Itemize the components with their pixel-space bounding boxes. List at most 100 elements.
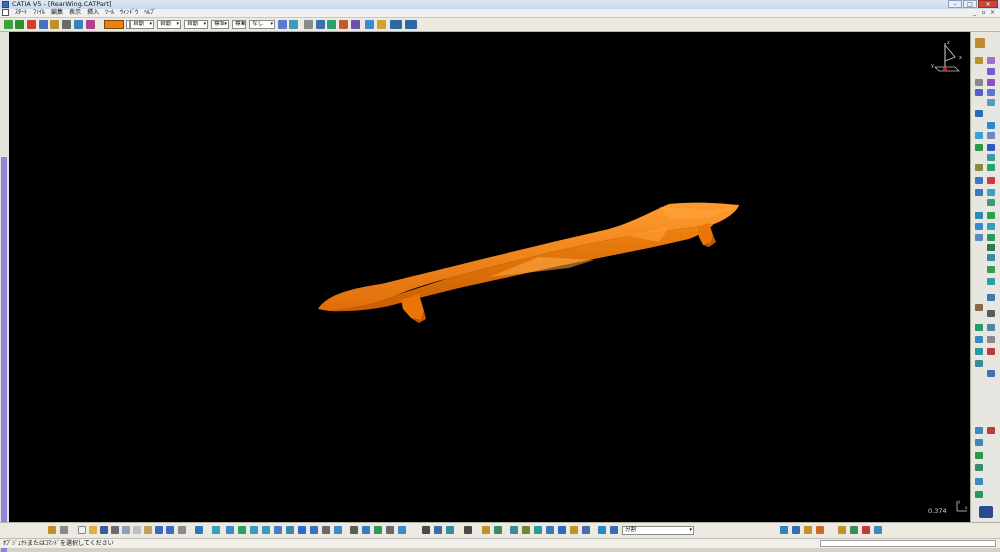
trim-icon[interactable] xyxy=(610,526,618,534)
line-icon[interactable] xyxy=(975,144,983,151)
measure-icon[interactable] xyxy=(377,20,386,29)
doc-minimize-button[interactable]: _ xyxy=(970,9,979,16)
properties-icon[interactable] xyxy=(289,20,298,29)
zoom-in-icon[interactable] xyxy=(250,526,258,534)
zoom-out-icon[interactable] xyxy=(262,526,270,534)
catalog-browser-icon[interactable] xyxy=(482,526,490,534)
swap-space-icon[interactable] xyxy=(334,526,342,534)
measure-between-icon[interactable] xyxy=(975,360,983,367)
extract-icon[interactable] xyxy=(558,526,566,534)
pad-icon[interactable] xyxy=(975,57,983,64)
shaft-icon[interactable] xyxy=(987,68,995,75)
tools-palette-icon[interactable] xyxy=(48,526,56,534)
iso-view-icon[interactable] xyxy=(298,526,306,534)
formula-icon[interactable] xyxy=(975,336,983,343)
fillet-icon[interactable] xyxy=(987,122,995,129)
boolean-icon[interactable] xyxy=(534,526,542,534)
circ-pattern-icon[interactable] xyxy=(975,234,983,241)
camera-icon[interactable] xyxy=(386,526,394,534)
environment-icon[interactable] xyxy=(850,526,858,534)
remove-icon[interactable] xyxy=(987,254,995,261)
knowledge-icon[interactable] xyxy=(975,464,983,471)
sew-surface-icon[interactable] xyxy=(987,189,995,196)
curvature-analysis-icon[interactable] xyxy=(975,439,983,446)
snapshot-icon[interactable] xyxy=(874,526,882,534)
menu-help[interactable]: ﾍﾙﾌﾟ xyxy=(141,9,159,17)
color-swatch[interactable] xyxy=(104,20,124,29)
workbench-icon[interactable] xyxy=(975,38,985,48)
annotation-icon[interactable] xyxy=(987,348,995,355)
thick-surface-icon[interactable] xyxy=(987,177,995,184)
palette-icon[interactable] xyxy=(838,526,846,534)
measure-tool-icon[interactable] xyxy=(350,526,358,534)
sketch-icon[interactable] xyxy=(804,526,812,534)
extrude-icon[interactable] xyxy=(351,20,360,29)
spline-icon[interactable] xyxy=(327,20,336,29)
tree-icon[interactable] xyxy=(74,20,83,29)
doc-close-button[interactable]: × xyxy=(988,9,997,16)
manipulate-icon[interactable] xyxy=(792,526,800,534)
light-icon[interactable] xyxy=(398,526,406,534)
multi-section-icon[interactable] xyxy=(975,110,983,117)
reference-icon[interactable] xyxy=(494,526,502,534)
close-button[interactable]: ✕ xyxy=(978,0,998,8)
mirror-icon[interactable] xyxy=(975,223,983,230)
rotate-view-icon[interactable] xyxy=(238,526,246,534)
format-painter-icon[interactable] xyxy=(278,20,287,29)
line-width-dropdown[interactable]: 自動 ▾ xyxy=(157,20,181,29)
parameters-icon[interactable] xyxy=(446,526,454,534)
fit-all-icon[interactable] xyxy=(212,526,220,534)
measure-item-icon[interactable] xyxy=(987,370,995,377)
symmetry-icon[interactable] xyxy=(987,212,995,219)
constraint-icon[interactable] xyxy=(975,324,983,331)
instance-icon[interactable] xyxy=(510,526,518,534)
power-input-field[interactable] xyxy=(820,540,996,547)
view-manager-icon[interactable] xyxy=(975,478,983,485)
layer-dropdown[interactable]: 標準 ▾ xyxy=(232,20,246,29)
rect-pattern-icon[interactable] xyxy=(987,223,995,230)
catia-app-icon[interactable] xyxy=(2,1,9,8)
split-tool-icon[interactable] xyxy=(598,526,606,534)
thread-icon[interactable] xyxy=(987,164,995,171)
intersect-icon[interactable] xyxy=(987,266,995,273)
shell-icon[interactable] xyxy=(987,154,995,161)
cut-icon[interactable] xyxy=(122,526,130,534)
line-type-dropdown[interactable]: 自動 ▾ xyxy=(184,20,208,29)
sketcher-icon[interactable] xyxy=(304,20,313,29)
menu-view[interactable]: 表示 xyxy=(66,9,84,17)
curve-icon[interactable] xyxy=(316,20,325,29)
publication-icon[interactable] xyxy=(975,491,983,498)
open-icon[interactable] xyxy=(89,526,97,534)
doc-restore-button[interactable]: ▫ xyxy=(979,9,988,16)
split-mode-dropdown[interactable]: 分割 ▾ xyxy=(622,526,694,535)
body-icon[interactable] xyxy=(975,304,983,311)
draft-icon[interactable] xyxy=(987,132,995,139)
apply-icon[interactable] xyxy=(780,526,788,534)
undo-icon[interactable] xyxy=(155,526,163,534)
groove-icon[interactable] xyxy=(975,79,983,86)
pocket-icon[interactable] xyxy=(987,57,995,64)
rotate-icon[interactable] xyxy=(975,212,983,219)
add-icon[interactable] xyxy=(987,244,995,251)
save-icon[interactable] xyxy=(100,526,108,534)
hide-show-icon[interactable] xyxy=(322,526,330,534)
rib-icon[interactable] xyxy=(975,89,983,96)
scaling-icon[interactable] xyxy=(987,234,995,241)
wing-main-surface[interactable] xyxy=(318,202,739,312)
law-icon[interactable] xyxy=(975,348,983,355)
right-wing-support[interactable] xyxy=(697,223,716,247)
render-icon[interactable] xyxy=(374,526,382,534)
link-icon[interactable] xyxy=(62,20,71,29)
shading-icon[interactable] xyxy=(310,526,318,534)
section-icon[interactable] xyxy=(362,526,370,534)
chamfer-icon[interactable] xyxy=(975,132,983,139)
grid-icon[interactable] xyxy=(987,310,995,317)
normal-view-icon[interactable] xyxy=(274,526,282,534)
thickness-icon[interactable] xyxy=(975,164,983,171)
surface-icon[interactable] xyxy=(339,20,348,29)
tree-scrollbar[interactable] xyxy=(1,157,7,552)
apply-material-icon[interactable] xyxy=(975,427,983,434)
close-surface-icon[interactable] xyxy=(975,189,983,196)
snap-grid-icon[interactable] xyxy=(390,20,402,29)
menu-start[interactable]: ｽﾀｰﾄ xyxy=(12,9,30,17)
